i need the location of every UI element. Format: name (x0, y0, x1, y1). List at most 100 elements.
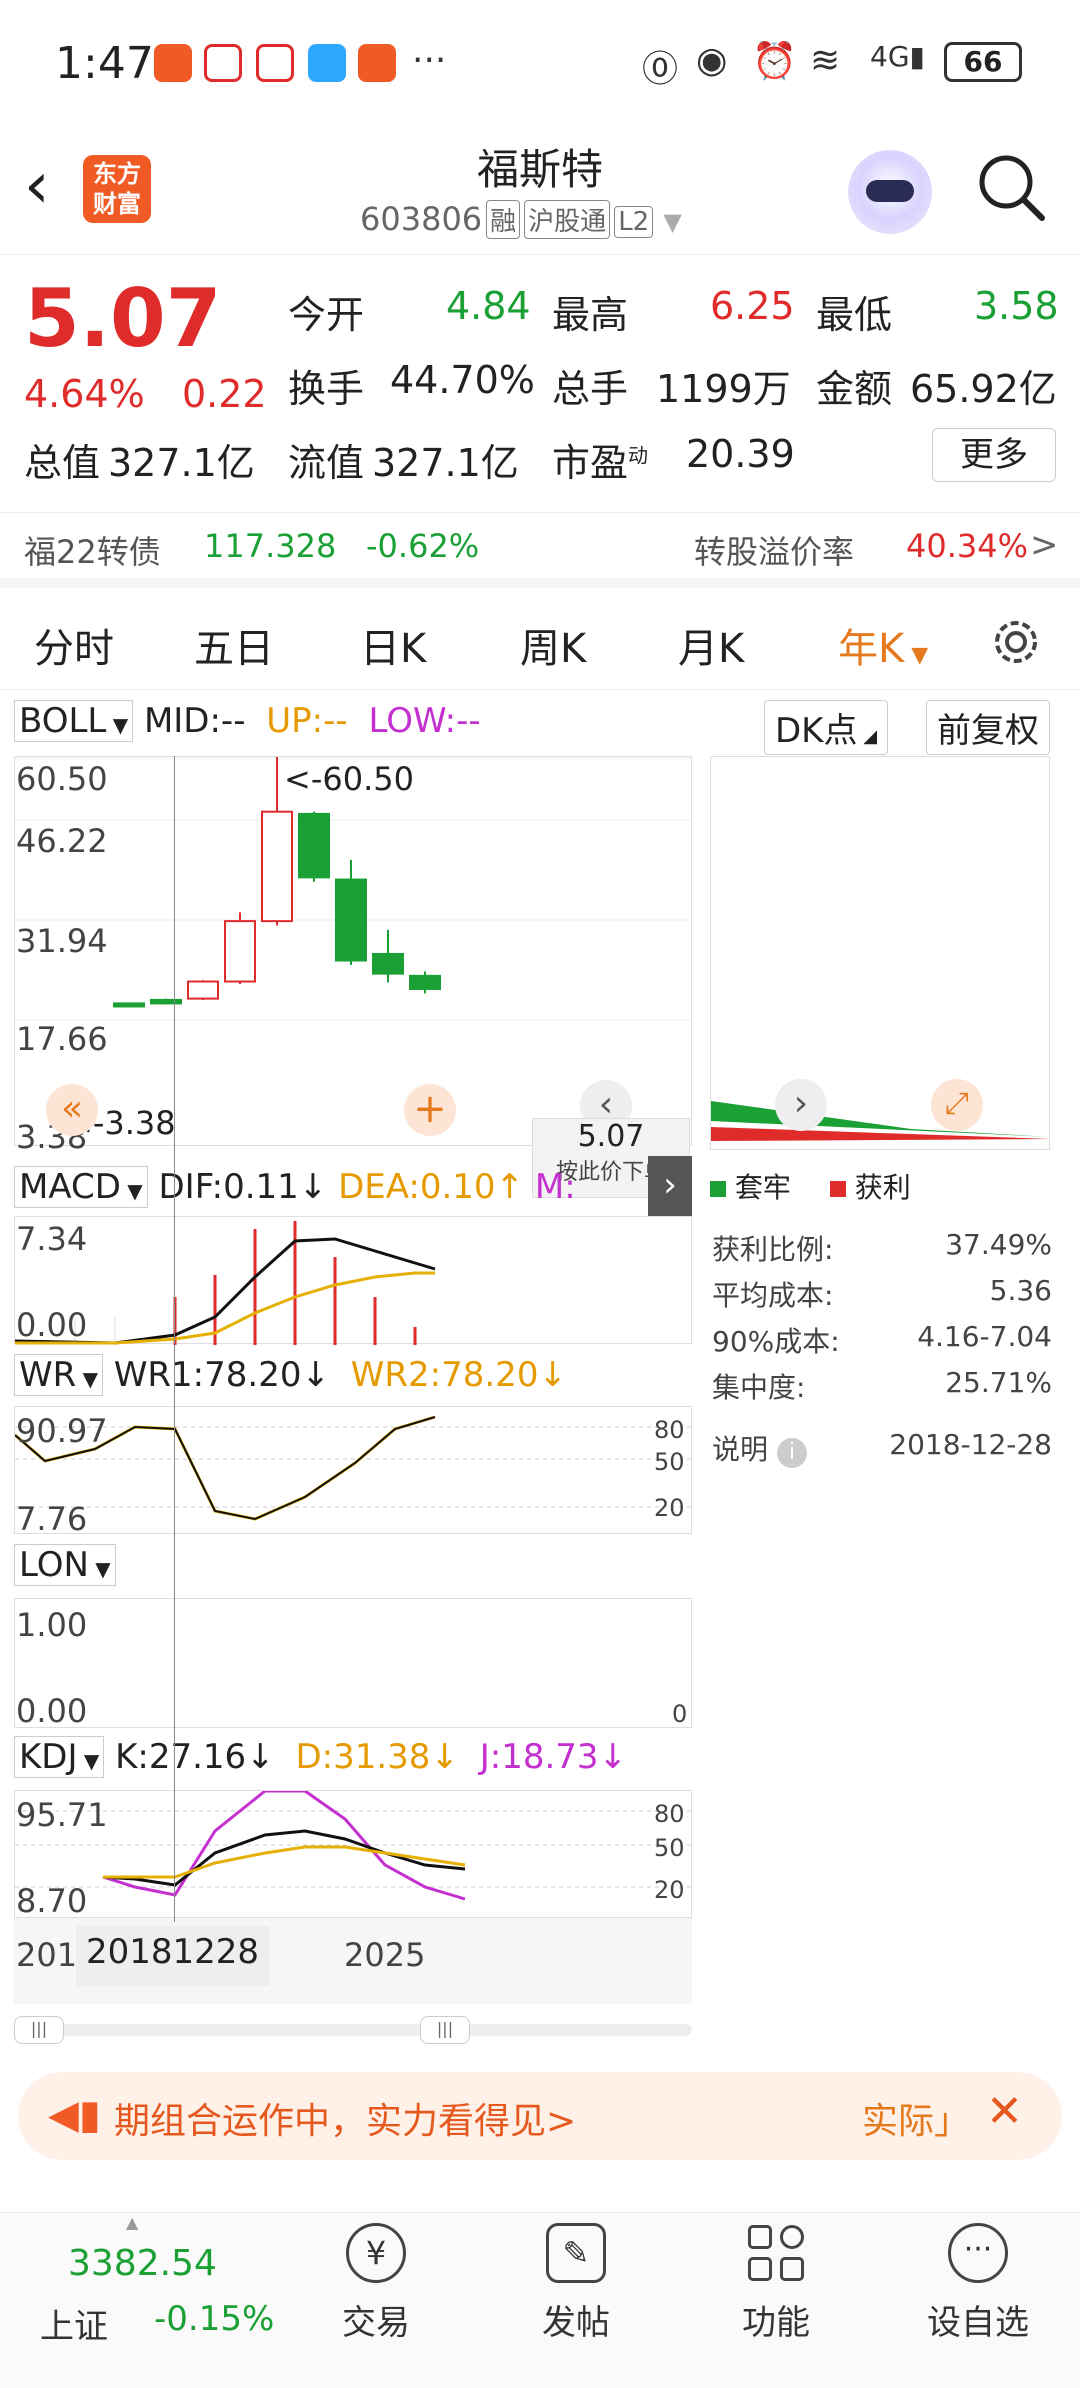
nav-add-watchlist[interactable]: ··· 设自选 (918, 2223, 1038, 2344)
kdj-header: KDJ ▼ K:27.16↓ D:31.38↓ J:18.73↓ (14, 1736, 627, 1778)
nav-trade[interactable]: ¥ 交易 (316, 2223, 436, 2344)
macd-axis-bottom: 0.00 (16, 1306, 88, 1344)
kline-axis-label: 31.94 (16, 922, 108, 960)
network-type: 4G (870, 40, 910, 73)
expand-icon[interactable]: ⤢ (931, 1079, 983, 1131)
zoom-in-icon[interactable]: + (404, 1084, 456, 1136)
float-label: 流值 (288, 441, 365, 485)
legend-swatch-profit (829, 1181, 846, 1197)
range-slider-track[interactable] (14, 2024, 692, 2036)
tab-weekly-k[interactable]: 周K (520, 616, 586, 674)
settings-gear-icon[interactable] (990, 616, 1042, 668)
tab-five-day[interactable]: 五日 (194, 616, 274, 674)
legend-trapped: 套牢 (734, 1171, 791, 1204)
forward-adjust-button[interactable]: 前复权 (926, 700, 1050, 755)
kdj-j: J:18.73↓ (479, 1737, 628, 1777)
range-slider-handle-left[interactable]: ||| (14, 2016, 64, 2044)
mktcap-label: 总值 (24, 441, 101, 485)
bond-change: -0.62% (366, 527, 480, 565)
amount-value: 65.92亿 (910, 367, 1057, 411)
turnover-label: 换手 (288, 367, 365, 411)
macd-panel[interactable] (14, 1216, 692, 1345)
range-slider-handle-right[interactable]: ||| (420, 2016, 470, 2044)
assistant-robot-icon[interactable] (848, 150, 932, 234)
edit-pencil-icon: ✎ (546, 2223, 606, 2283)
chip-distribution-panel[interactable]: › ⤢ (710, 756, 1051, 1150)
stock-code-row[interactable]: 603806 融沪股通 L2 ▼ (360, 200, 682, 239)
chip-info-value: 25.71% (945, 1366, 1052, 1399)
scroll-left-icon[interactable]: « (46, 1084, 98, 1136)
kdj-panel[interactable] (14, 1790, 693, 1918)
chip-info-value: 5.36 (989, 1274, 1052, 1307)
wr-header: WR ▼ WR1:78.20↓ WR2:78.20↓ (14, 1354, 567, 1396)
kdj-chart (15, 1791, 693, 1901)
chip-date: 2018-12-28 (889, 1428, 1052, 1461)
expand-up-icon[interactable]: ▲ (126, 2213, 138, 2232)
wr1-value: WR1:78.20↓ (113, 1355, 330, 1395)
alarm-icon: ⏰ (752, 41, 797, 82)
boll-header: BOLL ▼ MID:-- UP:-- LOW:-- (14, 700, 481, 742)
low-value: 3.58 (974, 284, 1059, 328)
tab-yearly-k-label: 年K (838, 626, 905, 672)
wr-label: WR (19, 1355, 77, 1395)
sync-icon: ⓪ (642, 49, 679, 90)
more-notifications-icon: ··· (412, 40, 447, 81)
nav-add-watchlist-label: 设自选 (927, 2303, 1029, 2343)
chevron-right-icon: > (1030, 525, 1059, 565)
stock-code: 603806 (360, 200, 483, 238)
pe-superscript: 动 (628, 443, 649, 468)
tab-daily-k[interactable]: 日K (360, 616, 426, 674)
macd-selector[interactable]: MACD ▼ (14, 1166, 148, 1208)
chevron-right-icon[interactable]: › (775, 1079, 827, 1131)
x-axis-end: 2025 (344, 1936, 426, 1974)
dk-point-button[interactable]: DK点 ◢ (764, 700, 889, 755)
kdj-ref-line-label: 80 (654, 1800, 685, 1828)
index-change[interactable]: -0.15% (154, 2299, 274, 2339)
chip-info-label: 集中度: (712, 1371, 806, 1404)
premium-label: 转股溢价率 (694, 533, 855, 571)
volume-label: 总手 (552, 367, 629, 411)
float-value: 327.1亿 (372, 441, 519, 485)
more-button[interactable]: 更多 (932, 428, 1056, 482)
nav-post[interactable]: ✎ 发帖 (516, 2223, 636, 2344)
app-notification-icon (154, 44, 192, 82)
boll-mid: MID:-- (143, 701, 246, 741)
index-name[interactable]: 上证 (40, 2299, 108, 2348)
lon-label: LON (19, 1545, 89, 1585)
lon-axis-top: 1.00 (16, 1606, 88, 1644)
lon-selector[interactable]: LON ▼ (14, 1544, 116, 1586)
nav-trade-label: 交易 (342, 2303, 410, 2343)
chip-info-label: 90%成本: (712, 1325, 840, 1358)
wr-selector[interactable]: WR ▼ (14, 1354, 103, 1396)
chip-info-value: 37.49% (945, 1228, 1052, 1261)
boll-selector[interactable]: BOLL ▼ (14, 700, 134, 742)
search-icon[interactable] (976, 152, 1046, 222)
lon-panel[interactable] (14, 1598, 692, 1728)
close-icon[interactable]: ✕ (986, 2086, 1023, 2137)
level2-tag: L2 (614, 206, 654, 238)
index-value[interactable]: 3382.54 (68, 2243, 217, 2284)
change-percent: 4.64% (24, 372, 145, 416)
open-label: 今开 (288, 293, 365, 337)
chip-info-label: 平均成本: (712, 1279, 834, 1312)
lon-right-label: 0 (672, 1700, 688, 1728)
kdj-ref-line-label: 50 (654, 1834, 685, 1862)
bond-name: 福22转债 (24, 533, 161, 571)
wr-panel[interactable] (14, 1406, 693, 1534)
tab-intraday[interactable]: 分时 (34, 616, 114, 674)
bond-price: 117.328 (204, 527, 337, 565)
chevron-down-icon: ▼ (663, 208, 682, 236)
tab-yearly-k[interactable]: 年K ▼ (838, 616, 928, 674)
candle-body (150, 998, 182, 1005)
candle-body (335, 878, 367, 962)
banner-right-text: 实际」 (862, 2101, 971, 2142)
tab-monthly-k[interactable]: 月K (678, 616, 744, 674)
chevron-right-icon[interactable]: › (648, 1156, 692, 1216)
chip-distribution-chart (711, 1101, 1051, 1141)
bottom-nav: ▲ 3382.54 上证 -0.15% ¥ 交易 ✎ 发帖 功能 ··· 设自选 (0, 2212, 1080, 2388)
chip-note-row[interactable]: 说明 i 2018-12-28 (712, 1428, 1052, 1468)
convertible-bond-row[interactable]: 福22转债 117.328 -0.62% 转股溢价率 40.34% > (0, 512, 1080, 588)
nav-functions[interactable]: 功能 (716, 2223, 836, 2344)
kdj-selector[interactable]: KDJ ▼ (14, 1736, 105, 1778)
promo-banner[interactable]: ◀▮ 期组合运作中，实力看得见> 实际」 ✕ (18, 2072, 1062, 2160)
